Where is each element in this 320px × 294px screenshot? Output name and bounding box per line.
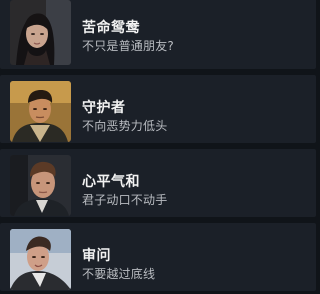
man-interrogated-portrait-icon [10, 229, 71, 290]
dialogue-option-partners[interactable]: 苦命鸳鸯 不只是普通朋友? [0, 0, 316, 69]
dialogue-option-guardian[interactable]: 守护者 不向恶势力低头 [0, 75, 316, 143]
dialogue-option-list: 苦命鸳鸯 不只是普通朋友? 守护者 不向恶势力低头 心平气和 君子动口不动手 审… [0, 0, 320, 294]
woman-portrait-icon [10, 0, 71, 65]
option-subtitle: 不要越过底线 [82, 267, 156, 281]
option-subtitle: 不只是普通朋友? [82, 39, 174, 53]
man-uniform-portrait-icon [10, 81, 71, 142]
dialogue-option-interrogate[interactable]: 审问 不要越过底线 [0, 223, 316, 291]
dialogue-option-calm[interactable]: 心平气和 君子动口不动手 [0, 149, 316, 217]
option-subtitle: 君子动口不动手 [82, 193, 168, 207]
option-title: 苦命鸳鸯 [82, 20, 140, 36]
option-subtitle: 不向恶势力低头 [82, 119, 168, 133]
man-suit-portrait-icon [10, 155, 71, 216]
option-title: 审问 [82, 248, 111, 264]
option-title: 心平气和 [82, 174, 140, 190]
option-title: 守护者 [82, 100, 126, 116]
